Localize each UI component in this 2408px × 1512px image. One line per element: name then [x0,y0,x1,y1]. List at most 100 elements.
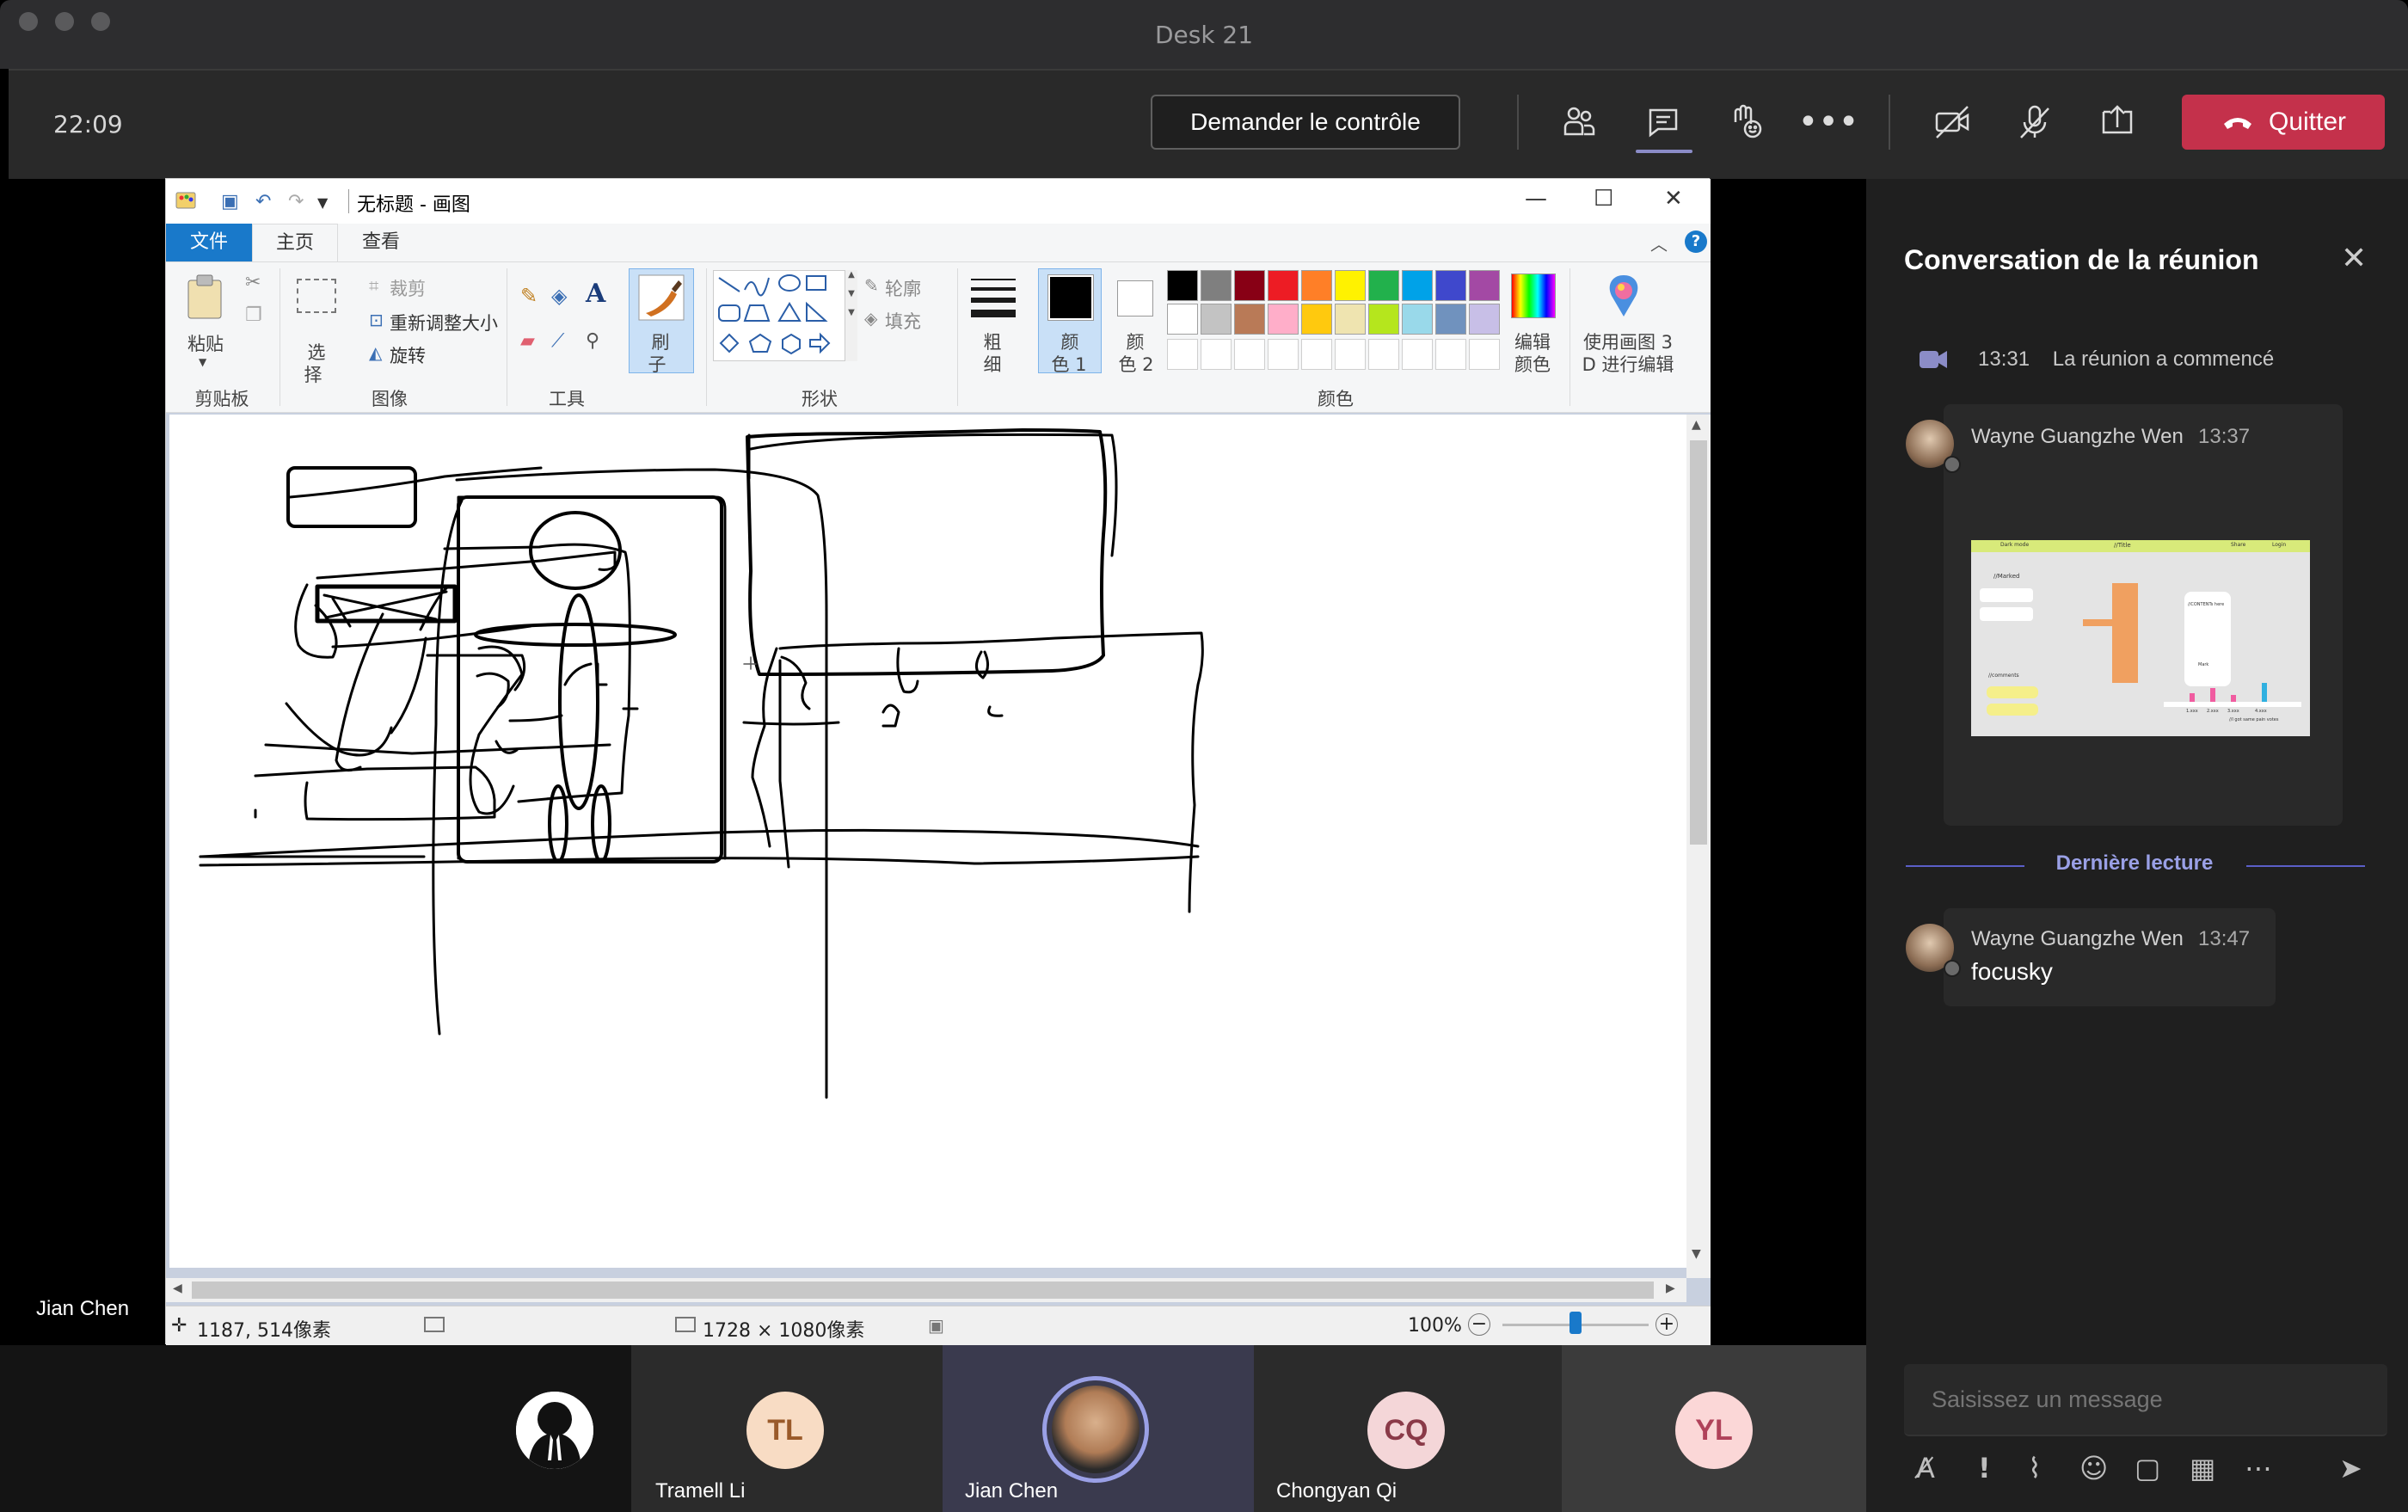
custom-color-swatch[interactable] [1469,339,1500,370]
mic-off-icon[interactable] [2009,96,2061,148]
fill-icon[interactable]: ◈ [551,284,567,308]
message-input[interactable] [1932,1386,2344,1413]
select-dropdown-label[interactable]: 择 [300,361,326,387]
color-swatch[interactable] [1201,304,1232,335]
save-icon[interactable]: ▣ [221,191,239,212]
paint3d-icon[interactable] [1602,272,1645,320]
collapse-ribbon-icon[interactable]: ︿ [1650,230,1668,255]
color-swatch[interactable] [1167,270,1198,301]
color-swatch[interactable] [1469,270,1500,301]
vertical-scrollbar[interactable]: ▲ ▼ [1686,415,1711,1278]
size-label-2[interactable]: 细 [980,351,1005,377]
crop-button[interactable]: 裁剪 [390,275,426,301]
custom-color-swatch[interactable] [1167,339,1198,370]
eraser-icon[interactable]: ▰ [520,330,535,352]
shapes-gallery[interactable] [713,270,845,361]
paste-dropdown-icon[interactable]: ▼ [199,356,206,368]
share-tray-icon[interactable] [2092,96,2143,148]
shapes-scroll[interactable]: ▲ ▼ ▼ [845,270,857,361]
outline-button[interactable]: 轮廓 [885,275,921,301]
color-swatch[interactable] [1335,304,1366,335]
copy-icon[interactable]: ❐ [245,304,262,326]
tab-file[interactable]: 文件 [166,224,252,261]
color-swatch[interactable] [1201,270,1232,301]
zoom-slider-thumb[interactable] [1570,1312,1582,1334]
resize-icon[interactable]: ⊡ [369,310,384,330]
tab-view[interactable]: 查看 [338,224,424,261]
outline-icon[interactable]: ✎ [864,275,879,296]
custom-color-swatch[interactable] [1435,339,1466,370]
attach-icon[interactable]: ⌇ [2028,1452,2042,1484]
custom-color-swatch[interactable] [1234,339,1265,370]
close-icon[interactable]: ✕ [2341,241,2367,276]
participants-icon[interactable] [1553,96,1605,148]
zoom-in-icon[interactable]: + [1656,1313,1678,1336]
more-icon[interactable]: ••• [1798,96,1859,148]
select-icon[interactable] [297,279,336,313]
custom-color-swatch[interactable] [1368,339,1399,370]
color-swatch[interactable] [1335,270,1366,301]
maximize-icon[interactable]: ☐ [1594,186,1613,212]
zoom-out-icon[interactable]: − [1468,1313,1490,1336]
scroll-left-icon[interactable]: ◀ [173,1282,182,1295]
send-icon[interactable]: ➤ [2339,1452,2362,1484]
color-picker-icon[interactable]: ⟋ [551,330,564,352]
avatar[interactable] [516,1392,593,1469]
color-swatch[interactable] [1234,270,1265,301]
scroll-up-icon[interactable]: ▲ [1692,418,1701,432]
shared-image-thumbnail[interactable]: Dark mode //Title Share Login //Marked /… [1971,540,2310,736]
color2-label-2[interactable]: 色 2 [1110,351,1162,377]
color-swatch[interactable] [1469,304,1500,335]
sticker-icon[interactable]: ▢ [2135,1452,2160,1484]
vertical-scroll-thumb[interactable] [1690,440,1707,845]
format-icon[interactable]: A̸ [1916,1452,1935,1484]
text-icon[interactable]: A [586,279,605,309]
edit-colors-button-2[interactable]: 颜色 [1504,351,1561,377]
color-swatch[interactable] [1435,270,1466,301]
color-swatch[interactable] [1402,304,1433,335]
schedule-icon[interactable]: ▦ [2190,1452,2215,1484]
color-swatch[interactable] [1301,270,1332,301]
rotate-button[interactable]: 旋转 [390,342,426,368]
color-swatch[interactable] [1402,270,1433,301]
color-swatch[interactable] [1167,304,1198,335]
fill-shape-button[interactable]: 填充 [885,308,921,334]
custom-color-swatch[interactable] [1301,339,1332,370]
resize-button[interactable]: 重新调整大小 [390,310,498,335]
redo-icon[interactable]: ↷ [288,191,304,212]
color-swatch[interactable] [1234,304,1265,335]
pencil-icon[interactable]: ✎ [520,284,538,308]
size-icon[interactable] [969,275,1017,322]
rotate-icon[interactable]: ◭ [369,342,382,363]
undo-icon[interactable]: ↶ [255,191,271,212]
camera-off-icon[interactable] [1926,96,1978,148]
more-options-icon[interactable]: ⋯ [2245,1452,2272,1484]
customize-toolbar-icon[interactable]: ▼ [317,194,328,211]
chat-message[interactable] [1944,908,2276,1006]
emoji-icon[interactable]: ☺ [2079,1452,2108,1484]
horizontal-scrollbar[interactable]: ◀ ▶ [166,1278,1686,1302]
drawing-canvas[interactable] [169,415,1686,1268]
minimize-icon[interactable]: — [1525,186,1547,212]
crop-icon[interactable]: ⌗ [369,275,378,296]
horizontal-scroll-thumb[interactable] [192,1282,1654,1299]
fill-shape-icon[interactable]: ◈ [864,308,877,329]
color-swatch[interactable] [1368,304,1399,335]
help-icon[interactable]: ? [1685,230,1707,253]
paste-button[interactable]: 粘贴 [180,330,231,356]
edit-colors-icon[interactable] [1511,274,1556,318]
leave-meeting-button[interactable]: Quitter [2182,95,2385,150]
raise-hand-icon[interactable] [1720,96,1772,148]
custom-color-swatch[interactable] [1268,339,1299,370]
custom-color-swatch[interactable] [1402,339,1433,370]
clipboard-icon[interactable] [185,274,224,322]
color-swatch[interactable] [1301,304,1332,335]
request-control-button[interactable]: Demander le contrôle [1151,95,1460,150]
custom-color-swatch[interactable] [1201,339,1232,370]
color-swatch[interactable] [1435,304,1466,335]
important-icon[interactable]: ! [1978,1452,1991,1484]
color-swatch[interactable] [1368,270,1399,301]
color2-swatch[interactable] [1117,280,1153,317]
chat-icon[interactable] [1637,96,1689,148]
paint3d-button-2[interactable]: D 进行编辑 [1576,351,1680,377]
